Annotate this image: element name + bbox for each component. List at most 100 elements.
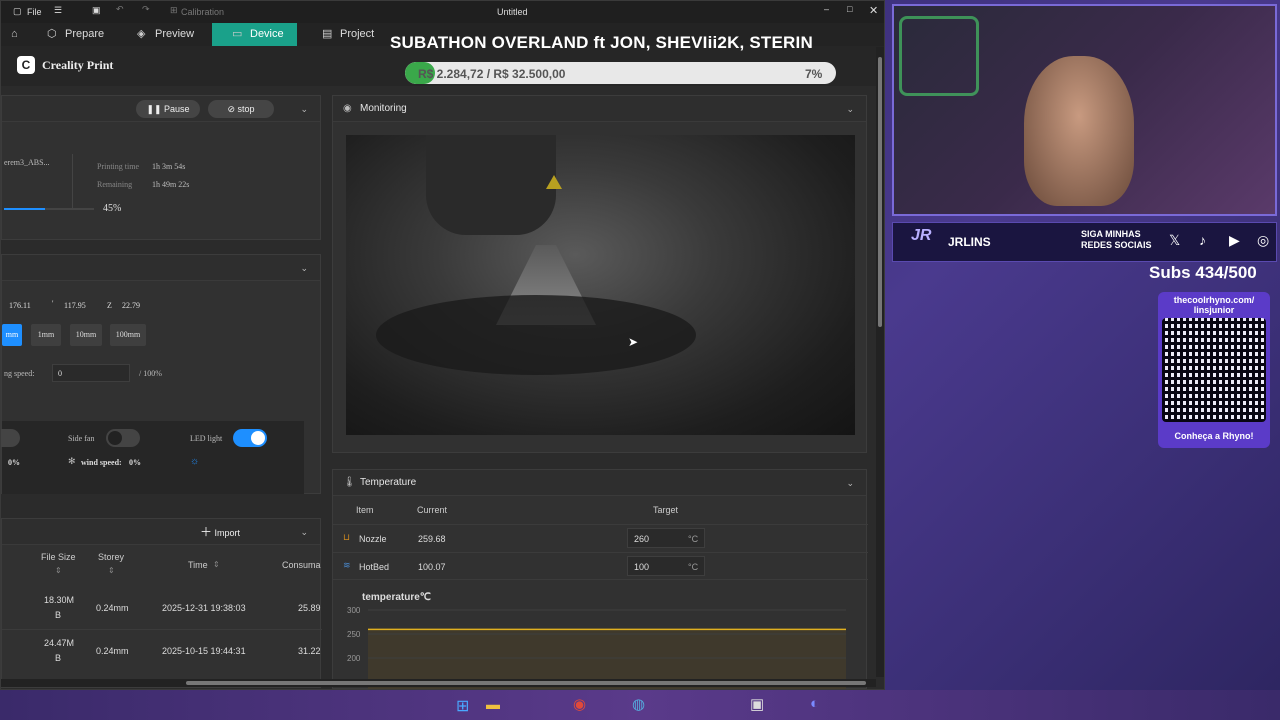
tab-prepare[interactable]: ⬡ Prepare bbox=[43, 23, 123, 46]
subs-counter: Subs 434/500 bbox=[1149, 263, 1257, 282]
tab-device[interactable]: ▭ Device bbox=[212, 23, 297, 46]
nozzle-target-input[interactable]: 260 °C bbox=[627, 528, 705, 548]
sort-icon[interactable]: ⇕ bbox=[55, 566, 62, 575]
chrome-icon[interactable]: ◉ bbox=[573, 695, 586, 713]
step-1mm-button[interactable]: 1mm bbox=[31, 324, 61, 346]
col-current: Current bbox=[417, 505, 448, 515]
cube-icon: ⬡ bbox=[47, 28, 57, 40]
col-time[interactable]: Time bbox=[188, 560, 208, 570]
divider bbox=[72, 154, 73, 209]
z-position: 22.79 bbox=[122, 301, 140, 310]
y-axis-label: ' bbox=[52, 299, 54, 308]
y-position: 117.95 bbox=[64, 301, 86, 310]
home-icon[interactable]: ⌂ bbox=[11, 28, 18, 40]
wind-speed-label: wind speed: bbox=[81, 458, 122, 467]
step-100mm-button[interactable]: 100mm bbox=[110, 324, 146, 346]
undo-icon[interactable]: ↶ bbox=[116, 4, 124, 15]
z-axis-label: Z bbox=[107, 301, 112, 310]
progress-fill bbox=[4, 208, 45, 210]
progress-track bbox=[4, 208, 94, 210]
qr-link-2: linsjunior bbox=[1193, 305, 1235, 315]
file-menu[interactable]: File bbox=[27, 7, 42, 17]
qr-caption: Conheça a Rhyno! bbox=[1174, 431, 1254, 441]
remaining-time: 1h 49m 22s bbox=[152, 180, 190, 189]
chevron-down-icon[interactable]: ⌄ bbox=[300, 255, 308, 281]
social-banner: JR JRLINS SIGA MINHAS REDES SOCIAIS 𝕏 ♪ … bbox=[892, 222, 1277, 262]
youtube-icon: ▶ bbox=[1229, 232, 1240, 248]
nozzle-icon: ⊔ bbox=[343, 532, 351, 542]
save-icon[interactable]: ▣ bbox=[92, 5, 101, 16]
stop-button[interactable]: ⊘ stop bbox=[208, 100, 274, 118]
speed-input[interactable]: 0 bbox=[52, 364, 130, 382]
progress-percent: 45% bbox=[103, 203, 122, 214]
chevron-down-icon[interactable]: ⌄ bbox=[300, 519, 308, 545]
speed-max: / 100% bbox=[139, 369, 162, 378]
sort-icon[interactable]: ⇕ bbox=[108, 566, 115, 575]
speed-label: ng speed: bbox=[4, 369, 35, 378]
side-fan-label: Side fan bbox=[68, 434, 95, 443]
files-panel: ＋ Import ⌄ File Size ⇕ Storey ⇕ Time ⇕ C… bbox=[1, 518, 322, 688]
redo-icon[interactable]: ↷ bbox=[142, 4, 150, 15]
app-icon[interactable]: ◍ bbox=[632, 695, 645, 713]
folder-icon[interactable]: ▬ bbox=[486, 696, 500, 712]
monitoring-panel: ◉ Monitoring ⌄ ➤ bbox=[332, 95, 867, 453]
discord-icon[interactable]: ◐ bbox=[810, 695, 819, 712]
warning-icon bbox=[546, 175, 562, 189]
step-01mm-button[interactable]: mm bbox=[2, 324, 22, 346]
menu-icon[interactable]: ☰ bbox=[54, 5, 62, 16]
vertical-scrollbar[interactable] bbox=[876, 47, 884, 677]
qr-card: thecoolrhyno.com/ linsjunior Conheça a R… bbox=[1158, 292, 1270, 448]
monitoring-title: Monitoring bbox=[360, 103, 407, 114]
camera-feed[interactable]: ➤ bbox=[346, 135, 855, 435]
pause-button[interactable]: ❚❚ Pause bbox=[136, 100, 200, 118]
import-button[interactable]: ＋ Import bbox=[200, 523, 252, 541]
table-row[interactable]: 24.47M B 0.24mm 2025-10-15 19:44:31 31.2… bbox=[2, 631, 322, 673]
plus-icon: ＋ bbox=[200, 525, 213, 539]
windows-start-icon[interactable]: ⊞ bbox=[456, 696, 469, 716]
goal-percent: 7% bbox=[805, 67, 823, 81]
minimize-icon[interactable]: – bbox=[824, 4, 829, 14]
printing-time-label: Printing time bbox=[97, 162, 139, 171]
chevron-down-icon[interactable]: ⌄ bbox=[846, 470, 854, 496]
sort-icon[interactable]: ⇕ bbox=[213, 560, 220, 569]
tab-project[interactable]: ▤ Project bbox=[318, 23, 398, 46]
wind-speed: 0% bbox=[129, 458, 141, 467]
horizontal-scrollbar[interactable] bbox=[1, 679, 876, 687]
temperature-panel: 🌡 Temperature ⌄ Item Current Target ⊔ No… bbox=[332, 469, 868, 689]
led-light-toggle[interactable] bbox=[233, 429, 267, 447]
side-fan-toggle[interactable] bbox=[106, 429, 140, 447]
chevron-down-icon[interactable]: ⌄ bbox=[846, 96, 854, 122]
tab-preview[interactable]: ◈ Preview bbox=[133, 23, 213, 46]
print-status-panel: ❚❚ Pause ⊘ stop ⌄ erem3_ABS... Printing … bbox=[1, 95, 321, 240]
qr-link-1: thecoolrhyno.com/ bbox=[1173, 295, 1255, 305]
col-item: Item bbox=[356, 505, 374, 515]
hotbed-row: ≋ HotBed 100.07 100 °C bbox=[333, 552, 868, 580]
calibration-menu[interactable]: Calibration bbox=[181, 7, 224, 17]
subathon-title: SUBATHON OVERLAND ft JON, SHEVIii2K, STE… bbox=[390, 33, 813, 52]
temperature-chart: 300 250 200 bbox=[347, 606, 846, 689]
chevron-down-icon[interactable]: ⌄ bbox=[300, 96, 308, 122]
table-row[interactable]: 18.30M B 0.24mm 2025-12-31 19:38:03 25.8… bbox=[2, 588, 322, 630]
close-icon[interactable]: ✕ bbox=[869, 4, 878, 17]
calibration-icon: ⊞ bbox=[170, 5, 178, 15]
col-storey[interactable]: Storey bbox=[98, 552, 124, 562]
col-consumable[interactable]: Consuma bbox=[282, 560, 321, 570]
hotbed-target-input[interactable]: 100 °C bbox=[627, 556, 705, 576]
thermometer-icon: 🌡 bbox=[343, 477, 356, 488]
light-bulb-icon: ☼ bbox=[190, 456, 200, 467]
aux-fan-toggle[interactable] bbox=[1, 429, 20, 447]
printing-time: 1h 3m 54s bbox=[152, 162, 186, 171]
webcam-feed bbox=[892, 4, 1277, 216]
fan-icon: ✻ bbox=[68, 456, 76, 466]
camera-icon: ◉ bbox=[343, 103, 352, 114]
brand-name: Creality Print bbox=[42, 58, 114, 72]
social-title: SIGA MINHAS REDES SOCIAIS bbox=[1081, 229, 1152, 250]
remaining-label: Remaining bbox=[97, 180, 133, 189]
tiktok-icon: ♪ bbox=[1199, 232, 1206, 248]
maximize-icon[interactable]: □ bbox=[847, 4, 852, 14]
terminal-icon[interactable]: ▣ bbox=[750, 695, 764, 713]
col-file-size[interactable]: File Size bbox=[41, 552, 76, 562]
y-tick-label: 200 bbox=[347, 654, 361, 663]
step-10mm-button[interactable]: 10mm bbox=[70, 324, 102, 346]
instagram-icon: ◎ bbox=[1257, 232, 1270, 248]
